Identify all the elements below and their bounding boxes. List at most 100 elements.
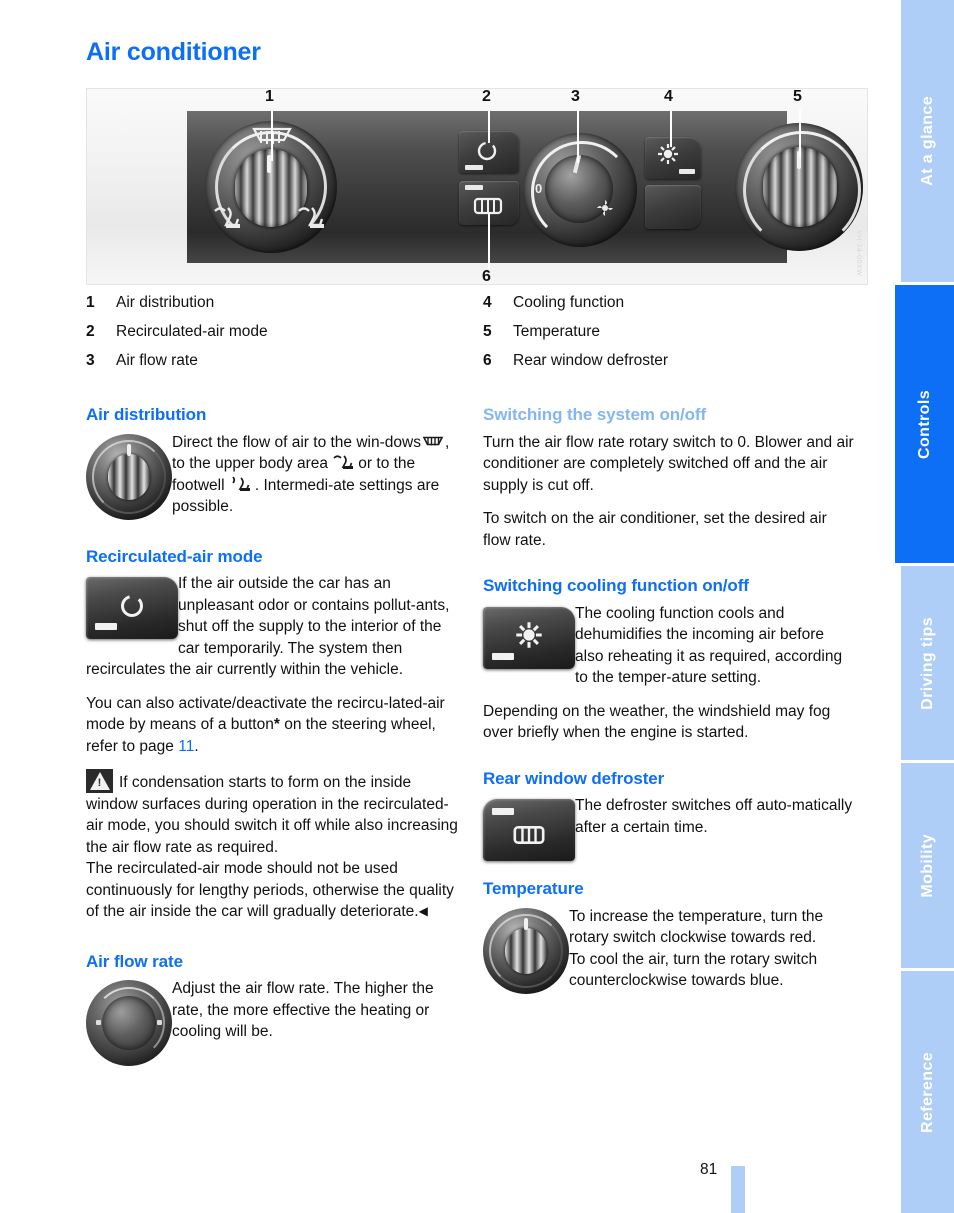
cooling-function-paragraph-2: Depending on the weather, the windshield…: [483, 702, 831, 742]
callout-number-4: 4: [664, 88, 673, 105]
sidebar-tab-label: Reference: [918, 1051, 936, 1133]
left-column: Air distribution Direct the flow of air …: [86, 404, 458, 1068]
page-title: Air conditioner: [86, 38, 261, 66]
cooling-function-block: The cooling function cools and dehumidif…: [483, 603, 855, 689]
recirculated-air-warning-2: The recirculated-air mode should not be …: [86, 858, 458, 923]
legend-label: Recirculated-air mode: [116, 323, 268, 340]
sidebar-tab-controls[interactable]: Controls: [895, 285, 954, 563]
legend-label: Rear window defroster: [513, 352, 669, 369]
footnote-asterisk: *: [273, 716, 280, 733]
button-led: [95, 623, 117, 630]
manual-page: Air conditioner 0 1 2 3 4 5 6 VH-34-00XW…: [0, 0, 895, 1213]
knob-tick: [524, 917, 528, 930]
sidebar-tab-driving-tips[interactable]: Driving tips: [901, 566, 954, 760]
air-distribution-knob-figure: [86, 433, 172, 520]
recirculated-air-paragraph-2: You can also activate/deactivate the rec…: [86, 693, 458, 758]
section-heading-rear-defroster: Rear window defroster: [483, 768, 665, 788]
footwell-airflow-icon: [214, 207, 240, 228]
legend-label: Temperature: [513, 323, 601, 340]
page-marker-bar: [731, 1166, 745, 1213]
legend-number: 4: [483, 294, 492, 311]
figure-legend-right: 4 Cooling function 5 Temperature 6 Rear …: [483, 294, 863, 381]
right-column: Switching the system on/off Turn the air…: [483, 404, 855, 996]
legend-item: 3 Air flow rate: [86, 352, 466, 370]
sidebar-tab-reference[interactable]: Reference: [901, 971, 954, 1213]
sidebar-tab-at-a-glance[interactable]: At a glance: [901, 0, 954, 282]
callout-number-3: 3: [571, 88, 580, 105]
recirculated-air-warning: ! If condensation starts to form on the i…: [86, 769, 458, 858]
air-distribution-block: Direct the flow of air to the win-dows, …: [86, 432, 458, 520]
callout-number-2: 2: [482, 88, 491, 105]
legend-label: Air distribution: [116, 294, 215, 311]
recirculation-icon: [477, 141, 497, 161]
temperature-knob-figure: [483, 907, 569, 994]
knob-illustration: [483, 907, 569, 994]
upper-body-airflow-icon: [298, 207, 324, 228]
section-heading-recirculated-air: Recirculated-air mode: [86, 546, 263, 566]
callout-number-6: 6: [482, 268, 491, 285]
callout-line-6: [488, 213, 490, 271]
upper-body-airflow-icon: [333, 455, 354, 469]
button-led: [492, 808, 514, 815]
legend-label: Air flow rate: [116, 352, 198, 369]
legend-number: 5: [483, 323, 492, 340]
knob-dome: [102, 996, 156, 1050]
page-reference-link[interactable]: 11: [178, 738, 194, 755]
legend-label: Cooling function: [513, 294, 625, 311]
air-flow-rate-block: Adjust the air flow rate. The higher the…: [86, 978, 458, 1066]
blower-knob-illustration: [86, 980, 172, 1066]
figure-legend-left: 1 Air distribution 2 Recirculated-air mo…: [86, 294, 466, 381]
rear-defroster-block: The defroster switches off auto-maticall…: [483, 795, 855, 861]
legend-number: 3: [86, 352, 95, 369]
system-on-off-paragraph-1: Turn the air flow rate rotary switch to …: [483, 433, 854, 494]
legend-number: 2: [86, 323, 95, 340]
button-illustration: [86, 577, 178, 639]
knob-illustration: [86, 433, 172, 520]
recirculation-icon: [121, 594, 143, 617]
windshield-defrost-icon: [422, 436, 444, 445]
snowflake-icon: [516, 622, 542, 648]
fan-icon: [597, 200, 613, 216]
figure-cooling-led: [679, 169, 695, 174]
warning-triangle-icon: !: [86, 769, 113, 793]
section-heading-temperature: Temperature: [483, 879, 584, 898]
knob-core: [505, 927, 547, 974]
rear-defroster-button-figure: [483, 799, 575, 861]
callout-number-5: 5: [793, 88, 802, 105]
button-led: [492, 652, 514, 660]
legend-item: 4 Cooling function: [483, 294, 863, 312]
section-heading-air-distribution: Air distribution: [86, 405, 207, 424]
recirculated-air-block: If the air outside the car has an unplea…: [86, 573, 458, 681]
legend-item: 6 Rear window defroster: [483, 352, 863, 370]
callout-line-5: [799, 109, 801, 157]
callout-line-4: [670, 109, 672, 147]
knob-mark-right: [157, 1020, 162, 1025]
button-illustration: [483, 799, 575, 861]
legend-item: 5 Temperature: [483, 323, 863, 341]
cooling-button-figure: [483, 606, 575, 669]
legend-number: 1: [86, 294, 95, 311]
callout-line-1: [271, 109, 273, 161]
snowflake-icon: [658, 144, 678, 164]
legend-item: 1 Air distribution: [86, 294, 466, 312]
recirculation-button-figure: [86, 577, 178, 639]
ac-control-panel-figure: 0 1 2 3 4 5 6 VH-34-00XW: [86, 88, 868, 285]
warning-text: If condensation starts to form on the in…: [86, 774, 458, 856]
system-on-off-paragraph-2: To switch on the air conditioner, set th…: [483, 510, 827, 549]
air-distribution-text-a: Direct the flow of air to the win-dows: [172, 433, 421, 451]
figure-blank-button: [645, 185, 701, 229]
warning-text-2: The recirculated-air mode should not be …: [86, 860, 454, 920]
legend-number: 6: [483, 352, 492, 369]
knob-tick: [127, 443, 131, 456]
figure-watermark: VH-34-00XW: [855, 229, 862, 276]
knob-mark-left: [96, 1020, 101, 1025]
sidebar-tab-mobility[interactable]: Mobility: [901, 763, 954, 968]
figure-rear-defroster-led: [465, 185, 483, 190]
figure-recirculation-led: [465, 165, 483, 170]
footwell-airflow-icon: [232, 475, 250, 491]
sidebar-tab-label: At a glance: [918, 96, 936, 186]
callout-line-2: [488, 109, 490, 143]
air-flow-knob-figure: [86, 980, 172, 1066]
temperature-block: To increase the temperature, turn the ro…: [483, 906, 855, 994]
section-heading-air-flow-rate: Air flow rate: [86, 951, 183, 971]
